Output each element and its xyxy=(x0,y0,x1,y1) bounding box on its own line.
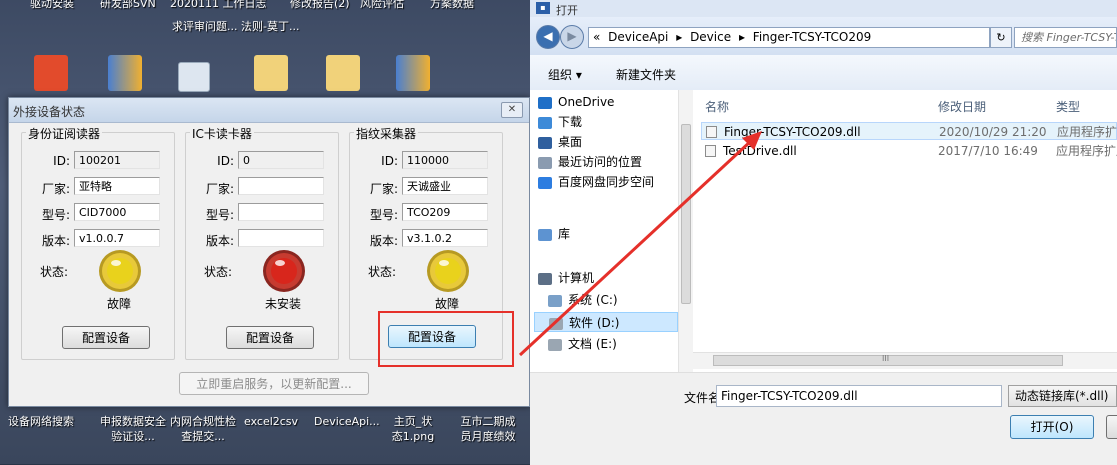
arrow-line xyxy=(518,138,754,357)
annotation-arrow xyxy=(518,131,762,357)
